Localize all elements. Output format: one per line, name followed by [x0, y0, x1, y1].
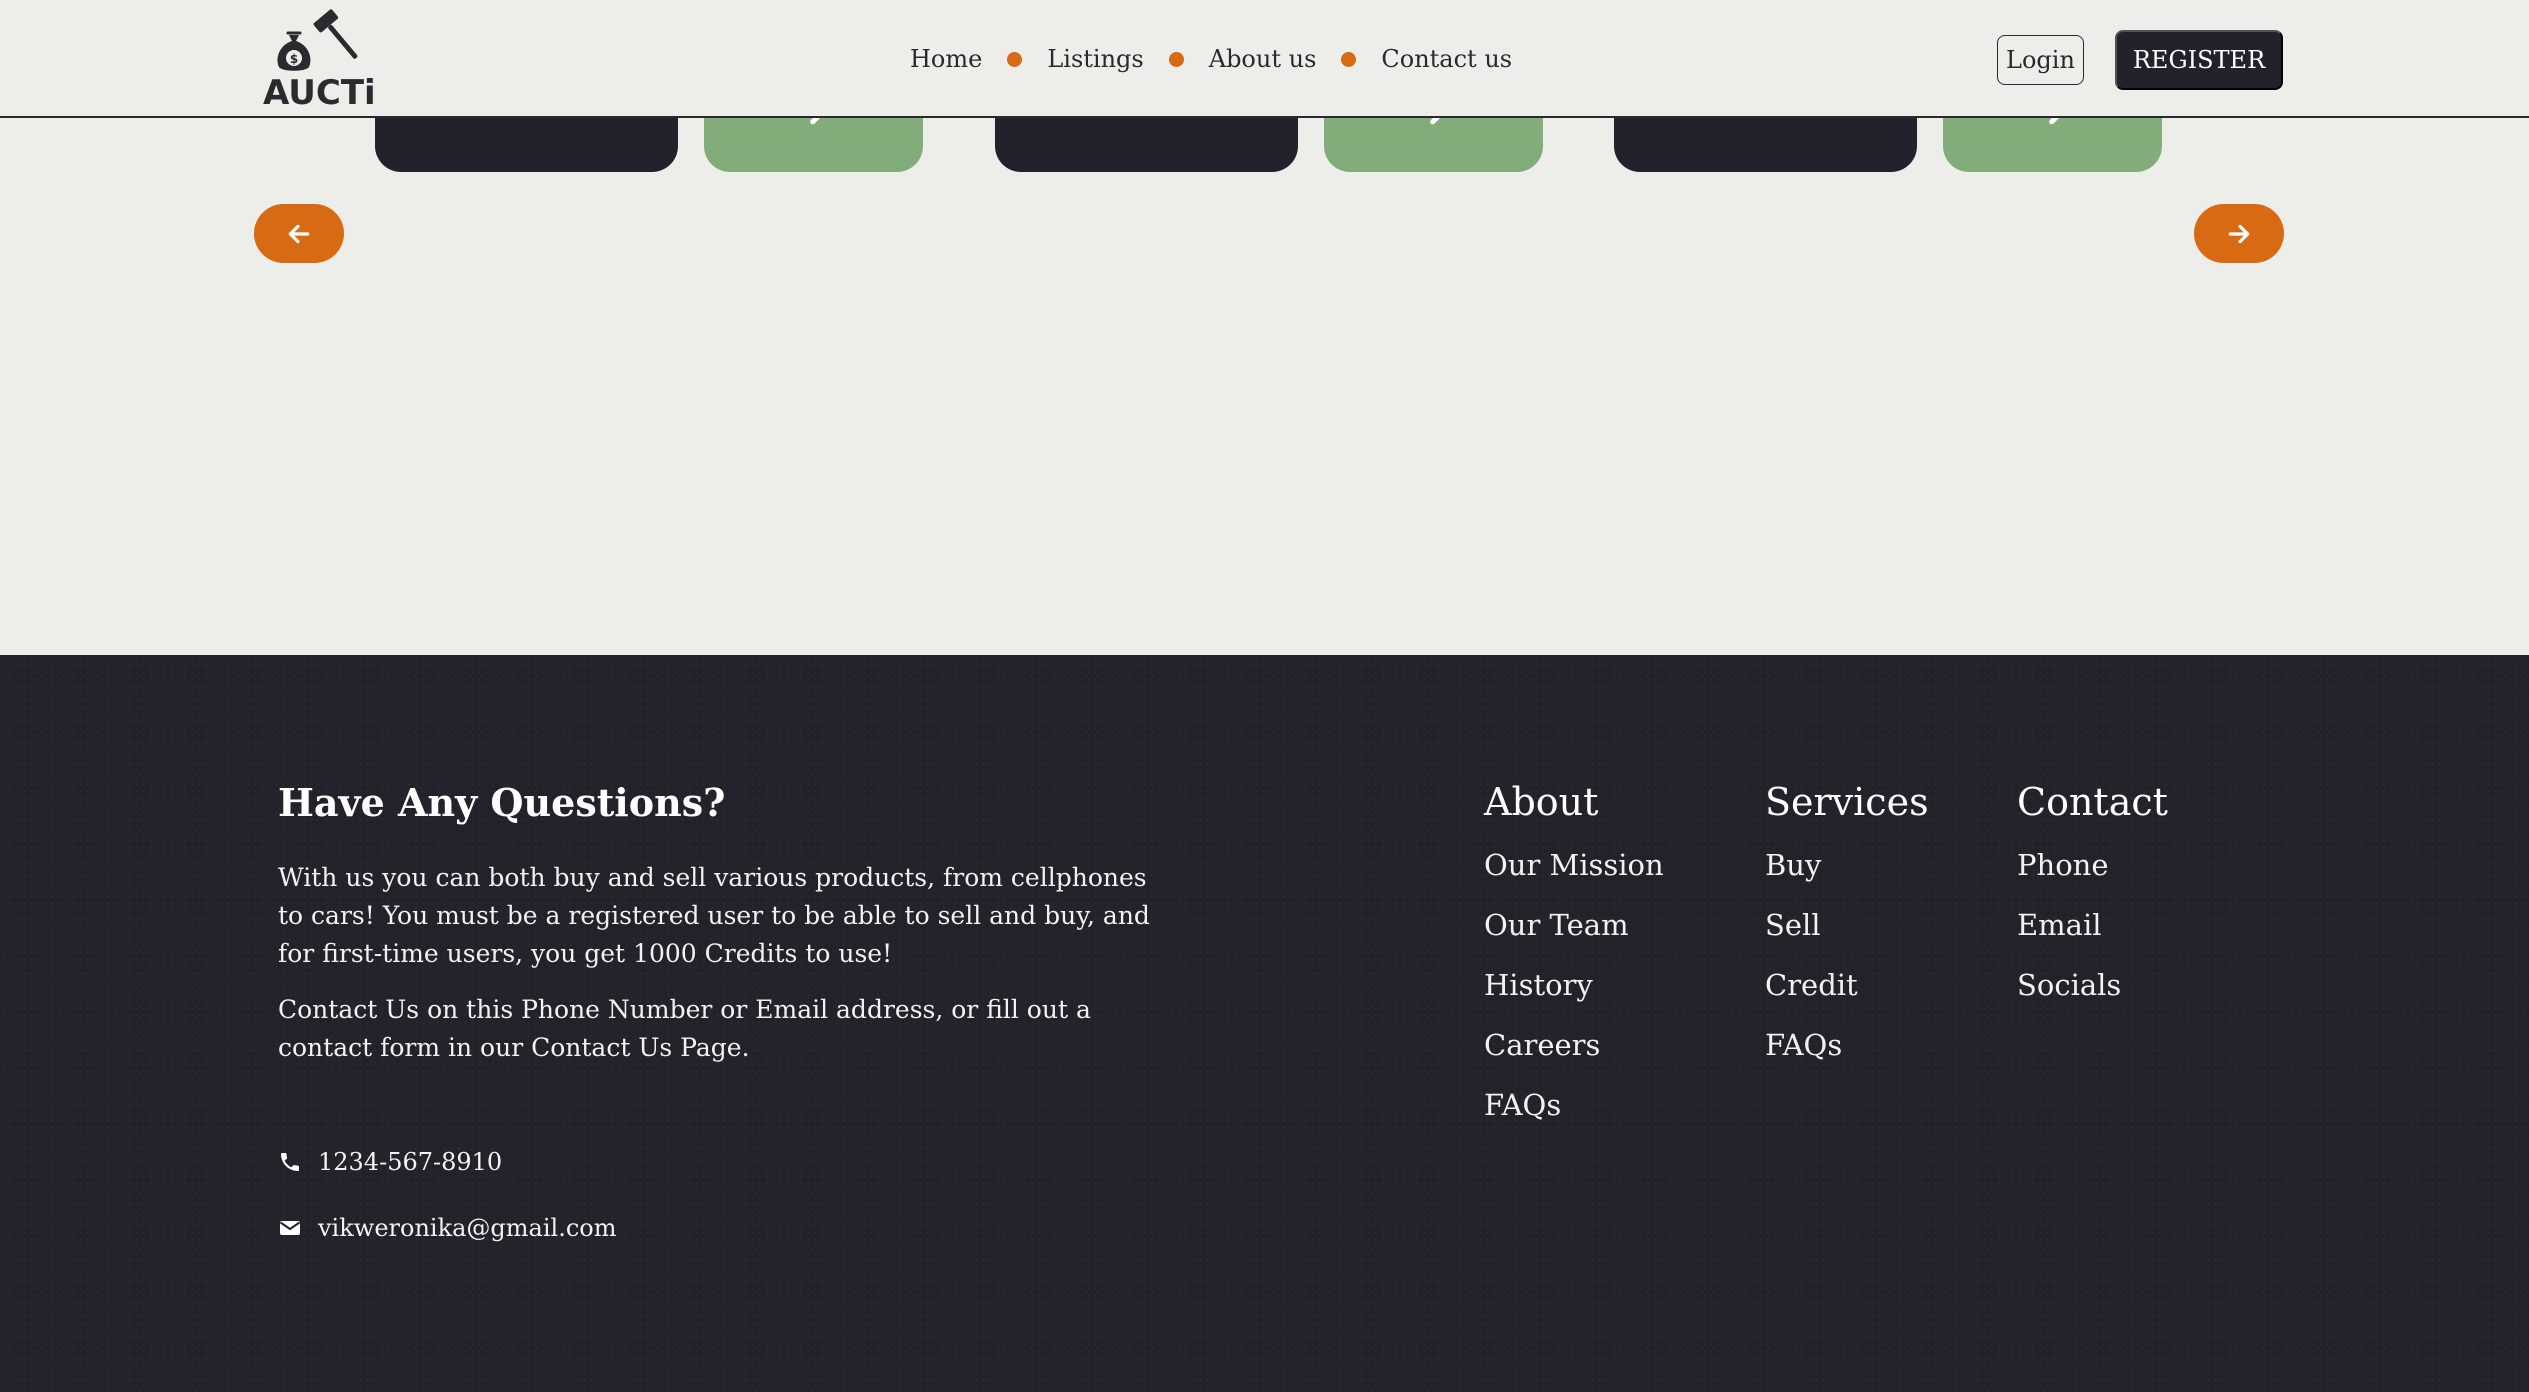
bag-symbol: $	[290, 52, 298, 66]
footer-link-email[interactable]: Email	[2017, 900, 2168, 950]
arrow-left-icon	[288, 224, 310, 243]
main-nav: Home Listings About us Contact us	[910, 0, 1512, 118]
footer-link-history[interactable]: History	[1484, 960, 1664, 1010]
footer-phone[interactable]: 1234-567-8910	[278, 1148, 502, 1176]
footer-column-title: About	[1484, 780, 1599, 824]
footer-heading: Have Any Questions?	[278, 780, 726, 825]
footer-link-our-mission[interactable]: Our Mission	[1484, 840, 1664, 890]
money-bag-gavel-icon: $	[277, 9, 358, 71]
nav-contact-us[interactable]: Contact us	[1381, 45, 1512, 73]
carousel-prev-button[interactable]	[254, 204, 344, 263]
footer-link-faqs[interactable]: FAQs	[1484, 1080, 1664, 1130]
nav-about-us[interactable]: About us	[1209, 45, 1317, 73]
nav-home[interactable]: Home	[910, 45, 982, 73]
phone-icon	[281, 1153, 299, 1171]
brand-name: AUCTi	[263, 73, 376, 113]
arrow-right-icon	[2228, 224, 2250, 243]
logo[interactable]: $ AUCTi	[263, 7, 376, 113]
footer-column-contact: Contact Phone Email Socials	[2017, 780, 2168, 1010]
nav-separator-dot	[1168, 51, 1184, 67]
footer-link-socials[interactable]: Socials	[2017, 960, 2168, 1010]
footer-column-title: Contact	[2017, 780, 2168, 824]
register-button[interactable]: REGISTER	[2115, 30, 2283, 90]
nav-listings[interactable]: Listings	[1047, 45, 1143, 73]
envelope-icon	[279, 1221, 301, 1235]
footer-link-credit[interactable]: Credit	[1765, 960, 1929, 1010]
footer-email[interactable]: vikweronika@gmail.com	[278, 1214, 617, 1242]
footer-contact-text: Contact Us on this Phone Number or Email…	[278, 995, 1091, 1062]
footer-column-services: Services Buy Sell Credit FAQs	[1765, 780, 1929, 1070]
site-footer: Have Any Questions? With us you can both…	[0, 655, 2529, 1392]
nav-separator-dot	[1341, 51, 1357, 67]
footer-intro-text: With us you can both buy and sell variou…	[278, 863, 1150, 968]
footer-link-phone[interactable]: Phone	[2017, 840, 2168, 890]
footer-link-buy[interactable]: Buy	[1765, 840, 1929, 890]
email-address: vikweronika@gmail.com	[318, 1214, 617, 1242]
carousel-next-button[interactable]	[2194, 204, 2284, 263]
phone-number: 1234-567-8910	[318, 1148, 503, 1176]
footer-link-careers[interactable]: Careers	[1484, 1020, 1664, 1070]
footer-link-services-faqs[interactable]: FAQs	[1765, 1020, 1929, 1070]
footer-link-our-team[interactable]: Our Team	[1484, 900, 1664, 950]
site-header: $ AUCTi Home Listings About us Contact u…	[0, 0, 2529, 118]
nav-separator-dot	[1007, 51, 1023, 67]
login-button[interactable]: Login	[1997, 35, 2084, 85]
footer-column-title: Services	[1765, 780, 1929, 824]
footer-column-about: About Our Mission Our Team History Caree…	[1484, 780, 1664, 1130]
footer-link-sell[interactable]: Sell	[1765, 900, 1929, 950]
